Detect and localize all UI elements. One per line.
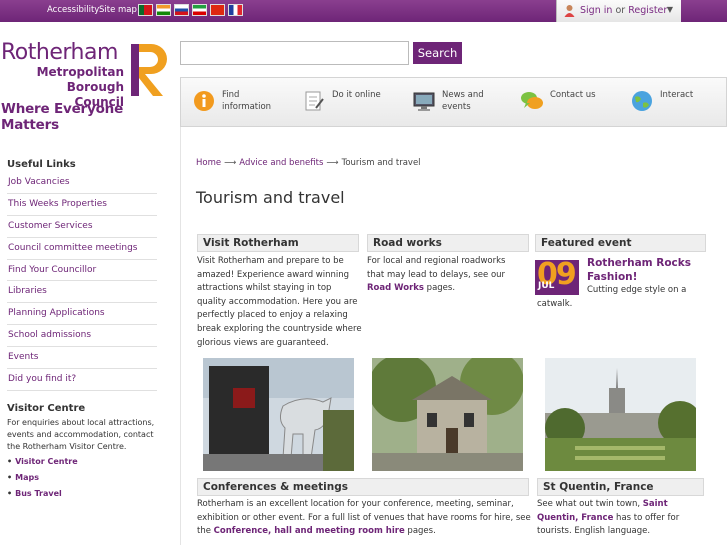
visit-rotherham-text: Visit Rotherham and prepare to be amazed… bbox=[197, 256, 362, 348]
breadcrumb-current: Tourism and travel bbox=[341, 158, 421, 168]
conference-hire-link[interactable]: Conference, hall and meeting room hire bbox=[214, 526, 405, 536]
logo-line-1: Rotherham bbox=[1, 40, 118, 65]
st-quentin-heading[interactable]: St Quentin, France bbox=[537, 478, 704, 496]
flag-india-icon[interactable] bbox=[156, 4, 171, 16]
monitor-icon bbox=[413, 92, 435, 111]
breadcrumb: Home ⟶ Advice and benefits ⟶ Tourism and tra… bbox=[196, 158, 421, 168]
logo-r-mark-icon bbox=[131, 44, 167, 96]
arrow-right-icon: ⟶ bbox=[326, 158, 339, 168]
search-button[interactable]: Search bbox=[413, 42, 462, 64]
featured-event-description: Cutting edge style on a catwalk. bbox=[537, 285, 687, 309]
sculpture-photo bbox=[203, 358, 354, 471]
sidebar-item-events[interactable]: Events bbox=[7, 347, 157, 370]
accessibility-link[interactable]: Accessibility bbox=[47, 5, 99, 15]
flag-france-icon[interactable] bbox=[228, 4, 243, 16]
conferences-text: Rotherham is an excellent location for y… bbox=[197, 499, 531, 537]
road-works-heading[interactable]: Road works bbox=[367, 234, 529, 252]
flag-slovakia-icon[interactable] bbox=[174, 4, 189, 16]
chevron-down-icon[interactable]: ▼ bbox=[667, 5, 673, 14]
user-icon bbox=[564, 5, 575, 17]
language-flags bbox=[138, 4, 243, 16]
conferences-heading[interactable]: Conferences & meetings bbox=[197, 478, 529, 496]
featured-event-link[interactable]: Rotherham Rocks Fashion! bbox=[587, 256, 697, 284]
quick-nav-bar: Find information Do it online News and e… bbox=[180, 77, 727, 127]
sidebar-item-planning-applications[interactable]: Planning Applications bbox=[7, 303, 157, 326]
sign-in-menu[interactable]: Sign in or Register ▼ bbox=[556, 0, 681, 22]
breadcrumb-advice[interactable]: Advice and benefits bbox=[239, 158, 323, 168]
flag-portugal-icon[interactable] bbox=[138, 4, 153, 16]
arrow-right-icon: ⟶ bbox=[224, 158, 237, 168]
flag-iran-icon[interactable] bbox=[192, 4, 207, 16]
useful-links-list: Job Vacancies This Weeks Properties Cust… bbox=[7, 172, 157, 391]
sidebar-item-libraries[interactable]: Libraries bbox=[7, 281, 157, 304]
sidebar: Useful Links Job Vacancies This Weeks Pr… bbox=[0, 127, 180, 545]
site-map-link[interactable]: Site map bbox=[99, 5, 137, 15]
featured-event-heading: Featured event bbox=[535, 234, 706, 252]
st-quentin-photo bbox=[545, 358, 696, 471]
visitor-centre-title: Visitor Centre bbox=[7, 403, 86, 414]
or-text: or bbox=[615, 5, 626, 16]
council-logo[interactable]: Rotherham Metropolitan Borough Council Wh… bbox=[0, 40, 172, 133]
visitor-centre-text: For enquiries about local attractions, e… bbox=[7, 418, 155, 451]
visitor-centre-link[interactable]: Visitor Centre bbox=[7, 457, 78, 473]
chat-icon bbox=[521, 92, 543, 109]
visitor-links: Visitor Centre Maps Bus Travel bbox=[7, 457, 78, 505]
page-title: Tourism and travel bbox=[196, 188, 345, 207]
form-icon bbox=[305, 91, 324, 111]
sidebar-item-council-committee-meetings[interactable]: Council committee meetings bbox=[7, 238, 157, 260]
visit-rotherham-heading[interactable]: Visit Rotherham bbox=[197, 234, 359, 252]
top-bar: Accessibility Site map Sign in or Regist… bbox=[0, 0, 727, 22]
maps-link[interactable]: Maps bbox=[7, 473, 78, 489]
sidebar-item-job-vacancies[interactable]: Job Vacancies bbox=[7, 172, 157, 194]
bus-travel-link[interactable]: Bus Travel bbox=[7, 489, 78, 505]
main-content: Home ⟶ Advice and benefits ⟶ Tourism and tra… bbox=[180, 127, 727, 545]
sidebar-item-this-weeks-properties[interactable]: This Weeks Properties bbox=[7, 194, 157, 216]
sidebar-item-find-your-councillor[interactable]: Find Your Councillor bbox=[7, 260, 157, 282]
globe-icon bbox=[632, 91, 652, 111]
info-icon bbox=[194, 91, 214, 111]
flag-china-icon[interactable] bbox=[210, 4, 225, 16]
register-link[interactable]: Register bbox=[628, 5, 667, 16]
st-quentin-text: See what out twin town, Saint Quentin, F… bbox=[537, 499, 680, 537]
useful-links-title: Useful Links bbox=[7, 159, 76, 170]
sidebar-item-did-you-find-it[interactable]: Did you find it? bbox=[7, 369, 157, 391]
road-works-link[interactable]: Road Works bbox=[367, 283, 424, 293]
search-input[interactable] bbox=[180, 41, 409, 65]
sign-in-link[interactable]: Sign in bbox=[580, 5, 612, 16]
sidebar-item-customer-services[interactable]: Customer Services bbox=[7, 216, 157, 238]
road-works-text: For local and regional roadworks that ma… bbox=[367, 256, 506, 294]
house-photo bbox=[372, 358, 523, 471]
breadcrumb-home[interactable]: Home bbox=[196, 158, 221, 168]
sidebar-item-school-admissions[interactable]: School admissions bbox=[7, 325, 157, 348]
